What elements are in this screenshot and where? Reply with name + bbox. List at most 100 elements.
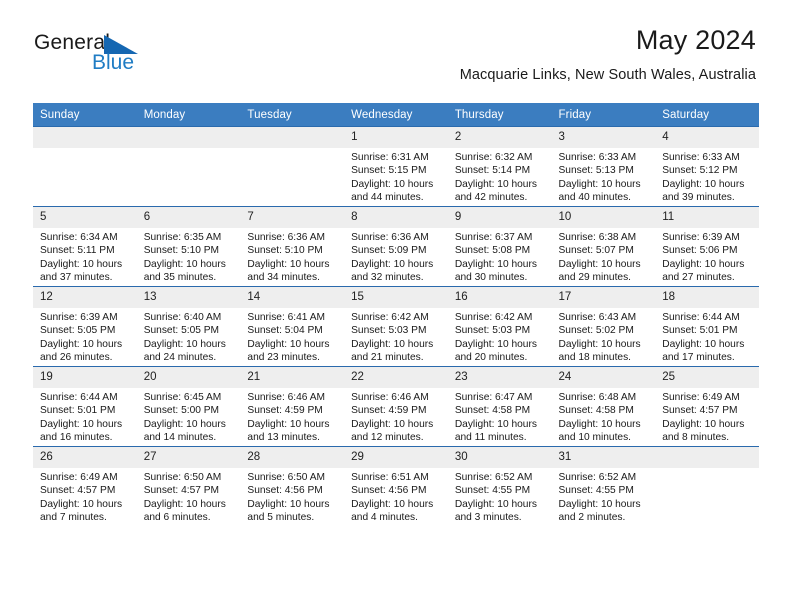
day-number: 22 bbox=[344, 367, 448, 388]
weekday-header-monday: Monday bbox=[136, 103, 241, 127]
day-number: 28 bbox=[240, 447, 345, 468]
day-number bbox=[240, 127, 345, 148]
calendar-day-cell[interactable]: 31 Sunrise: 6:52 AM Sunset: 4:55 PM Dayligh… bbox=[551, 446, 656, 526]
calendar-day-cell[interactable]: 9 Sunrise: 6:37 AM Sunset: 5:08 PM Daylight… bbox=[447, 206, 552, 287]
day-sun-info: Sunrise: 6:39 AM Sunset: 5:06 PM Daylight:… bbox=[655, 228, 759, 285]
day-number: 27 bbox=[136, 447, 241, 468]
calendar-page: General Blue May 2024 Macquarie Links, N… bbox=[0, 0, 792, 612]
sunset-time: Sunset: 5:01 PM bbox=[662, 325, 738, 337]
daylight-duration-line1: Daylight: 10 hours bbox=[558, 258, 641, 270]
calendar-day-cell[interactable]: 23 Sunrise: 6:47 AM Sunset: 4:58 PM Dayligh… bbox=[447, 366, 552, 447]
weekday-header-saturday: Saturday bbox=[655, 103, 759, 127]
calendar-day-cell[interactable]: 7 Sunrise: 6:36 AM Sunset: 5:10 PM Daylight… bbox=[240, 206, 345, 287]
calendar-day-cell[interactable]: 14 Sunrise: 6:41 AM Sunset: 5:04 PM Dayligh… bbox=[240, 286, 345, 367]
calendar-day-cell[interactable]: 5 Sunrise: 6:34 AM Sunset: 5:11 PM Daylight… bbox=[33, 206, 137, 287]
calendar-day-cell[interactable]: 22 Sunrise: 6:46 AM Sunset: 4:59 PM Dayligh… bbox=[344, 366, 448, 447]
daylight-duration-line2: and 21 minutes. bbox=[351, 352, 424, 364]
calendar-day-cell[interactable]: 13 Sunrise: 6:40 AM Sunset: 5:05 PM Dayligh… bbox=[136, 286, 241, 367]
day-number: 31 bbox=[551, 447, 656, 468]
daylight-duration-line2: and 13 minutes. bbox=[247, 432, 320, 444]
calendar-body: 1 Sunrise: 6:31 AM Sunset: 5:15 PM Daylight… bbox=[33, 126, 759, 526]
calendar-day-cell[interactable]: 16 Sunrise: 6:42 AM Sunset: 5:03 PM Dayligh… bbox=[447, 286, 552, 367]
sunset-time: Sunset: 5:02 PM bbox=[558, 325, 634, 337]
day-number: 16 bbox=[447, 287, 552, 308]
calendar-day-cell[interactable]: 30 Sunrise: 6:52 AM Sunset: 4:55 PM Dayligh… bbox=[447, 446, 552, 526]
sunset-time: Sunset: 5:08 PM bbox=[454, 245, 531, 257]
calendar-day-cell[interactable]: 11 Sunrise: 6:39 AM Sunset: 5:06 PM Dayligh… bbox=[655, 206, 759, 287]
daylight-duration-line1: Daylight: 10 hours bbox=[351, 258, 434, 270]
sunset-time: Sunset: 5:03 PM bbox=[454, 325, 531, 337]
sunrise-time: Sunrise: 6:42 AM bbox=[454, 312, 533, 323]
calendar-day-cell[interactable]: 29 Sunrise: 6:51 AM Sunset: 4:56 PM Dayligh… bbox=[344, 446, 448, 526]
day-sun-info: Sunrise: 6:50 AM Sunset: 4:56 PM Daylight:… bbox=[240, 468, 344, 525]
day-number: 24 bbox=[551, 367, 656, 388]
calendar-day-cell[interactable]: 4 Sunrise: 6:33 AM Sunset: 5:12 PM Daylight… bbox=[655, 126, 759, 207]
calendar-day-cell[interactable]: 17 Sunrise: 6:43 AM Sunset: 5:02 PM Dayligh… bbox=[551, 286, 656, 367]
sunset-time: Sunset: 5:13 PM bbox=[558, 165, 634, 177]
calendar-day-cell[interactable]: 19 Sunrise: 6:44 AM Sunset: 5:01 PM Dayligh… bbox=[33, 366, 137, 447]
daylight-duration-line1: Daylight: 10 hours bbox=[143, 338, 226, 350]
calendar-day-cell[interactable]: 6 Sunrise: 6:35 AM Sunset: 5:10 PM Daylight… bbox=[136, 206, 241, 287]
page-title: May 2024 bbox=[635, 25, 756, 55]
calendar-day-cell[interactable]: 28 Sunrise: 6:50 AM Sunset: 4:56 PM Dayligh… bbox=[240, 446, 345, 526]
daylight-duration-line2: and 14 minutes. bbox=[143, 432, 217, 444]
sunset-time: Sunset: 5:10 PM bbox=[247, 245, 323, 257]
sunset-time: Sunset: 4:57 PM bbox=[143, 485, 220, 497]
sunrise-time: Sunrise: 6:51 AM bbox=[351, 472, 429, 483]
calendar-day-cell[interactable]: 15 Sunrise: 6:42 AM Sunset: 5:03 PM Dayligh… bbox=[344, 286, 448, 367]
calendar-day-cell[interactable]: 27 Sunrise: 6:50 AM Sunset: 4:57 PM Dayligh… bbox=[136, 446, 241, 526]
day-sun-info: Sunrise: 6:45 AM Sunset: 5:00 PM Daylight:… bbox=[137, 388, 241, 445]
calendar-week-row: 19 Sunrise: 6:44 AM Sunset: 5:01 PM Dayligh… bbox=[33, 366, 759, 447]
day-number: 21 bbox=[240, 367, 345, 388]
sunrise-time: Sunrise: 6:52 AM bbox=[454, 472, 533, 483]
sunset-time: Sunset: 5:03 PM bbox=[351, 325, 427, 337]
calendar-day-cell[interactable]: 12 Sunrise: 6:39 AM Sunset: 5:05 PM Dayligh… bbox=[33, 286, 137, 367]
calendar-day-cell[interactable]: 18 Sunrise: 6:44 AM Sunset: 5:01 PM Dayligh… bbox=[655, 286, 759, 367]
sunrise-time: Sunrise: 6:44 AM bbox=[40, 392, 118, 403]
calendar-table: Sunday Monday Tuesday Wednesday Thursday… bbox=[33, 103, 759, 526]
daylight-duration-line1: Daylight: 10 hours bbox=[662, 338, 745, 350]
sunset-time: Sunset: 4:58 PM bbox=[558, 405, 634, 417]
page-header: General Blue May 2024 Macquarie Links, N… bbox=[0, 0, 792, 82]
day-sun-info: Sunrise: 6:47 AM Sunset: 4:58 PM Daylight:… bbox=[448, 388, 552, 445]
daylight-duration-line2: and 7 minutes. bbox=[40, 512, 107, 524]
sunset-time: Sunset: 5:10 PM bbox=[143, 245, 220, 257]
day-number: 13 bbox=[136, 287, 241, 308]
calendar-day-cell[interactable]: 24 Sunrise: 6:48 AM Sunset: 4:58 PM Dayligh… bbox=[551, 366, 656, 447]
day-sun-info: Sunrise: 6:52 AM Sunset: 4:55 PM Daylight:… bbox=[552, 468, 656, 525]
day-number bbox=[136, 127, 241, 148]
sunset-time: Sunset: 5:01 PM bbox=[40, 405, 116, 417]
daylight-duration-line2: and 24 minutes. bbox=[143, 352, 217, 364]
day-number: 30 bbox=[447, 447, 552, 468]
calendar-day-cell[interactable]: 2 Sunrise: 6:32 AM Sunset: 5:14 PM Daylight… bbox=[447, 126, 552, 207]
sunset-time: Sunset: 4:57 PM bbox=[40, 485, 116, 497]
calendar-day-cell[interactable]: 26 Sunrise: 6:49 AM Sunset: 4:57 PM Dayligh… bbox=[33, 446, 137, 526]
daylight-duration-line2: and 18 minutes. bbox=[558, 352, 632, 364]
sunset-time: Sunset: 5:00 PM bbox=[143, 405, 220, 417]
calendar-day-cell[interactable]: 20 Sunrise: 6:45 AM Sunset: 5:00 PM Dayligh… bbox=[136, 366, 241, 447]
day-sun-info: Sunrise: 6:50 AM Sunset: 4:57 PM Daylight:… bbox=[137, 468, 241, 525]
sunrise-time: Sunrise: 6:32 AM bbox=[454, 152, 533, 163]
calendar-day-cell[interactable]: 3 Sunrise: 6:33 AM Sunset: 5:13 PM Daylight… bbox=[551, 126, 656, 207]
day-sun-info: Sunrise: 6:35 AM Sunset: 5:10 PM Daylight:… bbox=[137, 228, 241, 285]
calendar-day-cell[interactable]: 10 Sunrise: 6:38 AM Sunset: 5:07 PM Dayligh… bbox=[551, 206, 656, 287]
daylight-duration-line1: Daylight: 10 hours bbox=[454, 418, 537, 430]
day-sun-info: Sunrise: 6:36 AM Sunset: 5:09 PM Daylight:… bbox=[344, 228, 448, 285]
day-sun-info: Sunrise: 6:38 AM Sunset: 5:07 PM Daylight:… bbox=[552, 228, 656, 285]
calendar-day-cell[interactable]: 25 Sunrise: 6:49 AM Sunset: 4:57 PM Dayligh… bbox=[655, 366, 759, 447]
day-sun-info: Sunrise: 6:41 AM Sunset: 5:04 PM Daylight:… bbox=[240, 308, 344, 365]
daylight-duration-line2: and 44 minutes. bbox=[351, 192, 424, 204]
day-sun-info: Sunrise: 6:31 AM Sunset: 5:15 PM Daylight:… bbox=[344, 148, 448, 205]
sunset-time: Sunset: 5:05 PM bbox=[40, 325, 116, 337]
day-number: 12 bbox=[33, 287, 137, 308]
calendar-day-cell[interactable]: 21 Sunrise: 6:46 AM Sunset: 4:59 PM Dayligh… bbox=[240, 366, 345, 447]
daylight-duration-line1: Daylight: 10 hours bbox=[454, 338, 537, 350]
general-blue-logo[interactable]: General Blue bbox=[34, 32, 174, 80]
daylight-duration-line2: and 20 minutes. bbox=[454, 352, 528, 364]
sunset-time: Sunset: 5:14 PM bbox=[454, 165, 531, 177]
sunrise-time: Sunrise: 6:46 AM bbox=[247, 392, 325, 403]
daylight-duration-line1: Daylight: 10 hours bbox=[247, 338, 330, 350]
calendar-day-cell[interactable]: 1 Sunrise: 6:31 AM Sunset: 5:15 PM Daylight… bbox=[344, 126, 448, 207]
calendar-day-cell[interactable]: 8 Sunrise: 6:36 AM Sunset: 5:09 PM Daylight… bbox=[344, 206, 448, 287]
daylight-duration-line2: and 42 minutes. bbox=[454, 192, 528, 204]
